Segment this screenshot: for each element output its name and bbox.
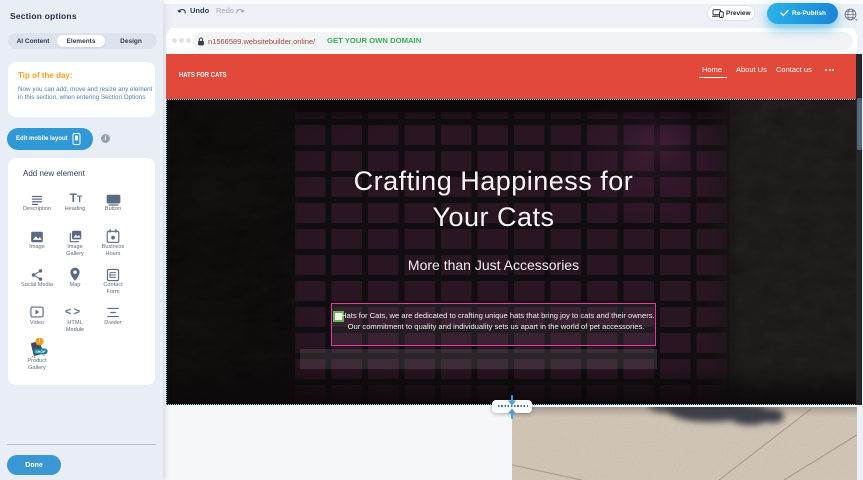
svg-text:!: ! <box>39 339 41 345</box>
svg-text:SHOP: SHOP <box>35 350 46 354</box>
